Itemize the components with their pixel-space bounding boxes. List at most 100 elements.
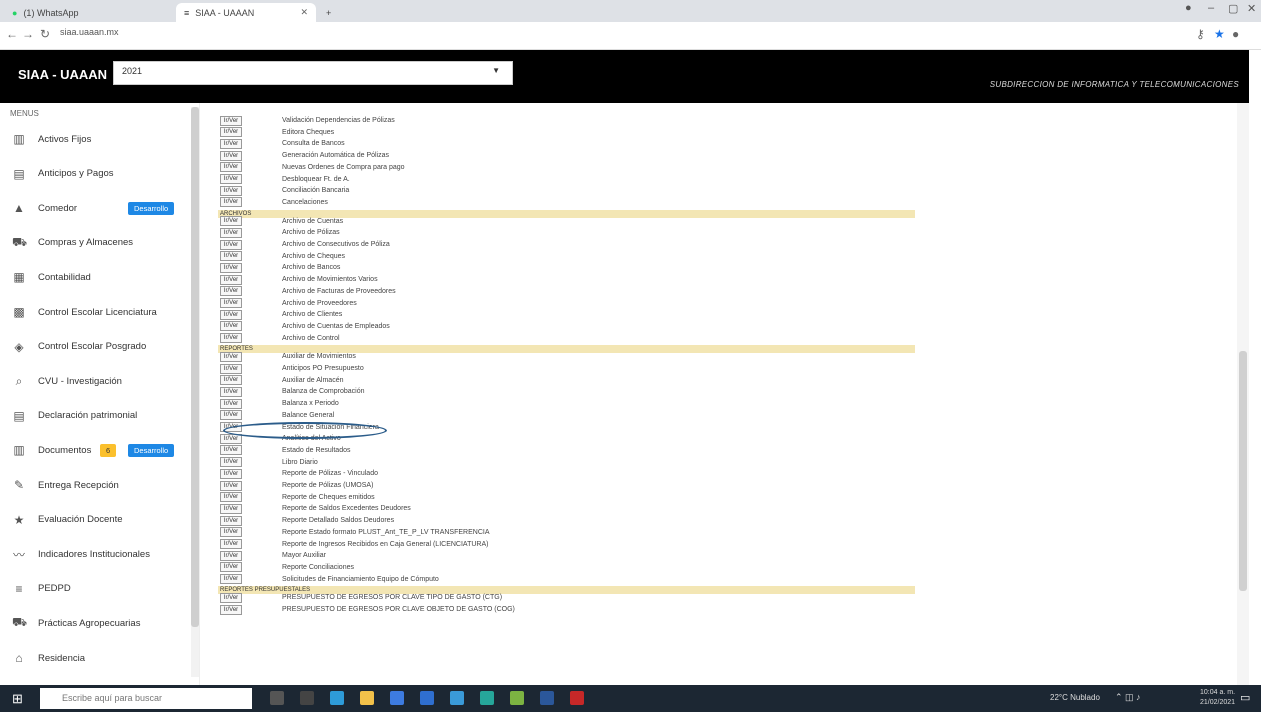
- view-button[interactable]: Ir/Ver: [220, 539, 242, 549]
- list-item-label[interactable]: Desbloquear Ft. de A.: [282, 176, 350, 183]
- view-button[interactable]: Ir/Ver: [220, 286, 242, 297]
- year-select[interactable]: 2021 ▼: [113, 61, 513, 85]
- clock[interactable]: 10:04 a. m. 21/02/2021: [1200, 688, 1235, 708]
- view-button[interactable]: Ir/Ver: [220, 351, 242, 362]
- view-button[interactable]: Ir/Ver: [220, 321, 242, 332]
- sidebar-item-residencia[interactable]: ⌂ Residencia: [0, 647, 190, 669]
- view-button[interactable]: Ir/Ver: [220, 503, 242, 514]
- sidebar-item-comedor[interactable]: ▲ Comedor Desarrollo: [0, 197, 190, 219]
- sidebar-item-pedpd[interactable]: ≡ PEDPD: [0, 578, 190, 600]
- view-button[interactable]: Ir/Ver: [220, 197, 242, 208]
- view-button[interactable]: Ir/Ver: [220, 592, 242, 603]
- list-item-label[interactable]: PRESUPUESTO DE EGRESOS POR CLAVE OBJETO …: [282, 606, 515, 613]
- view-button[interactable]: Ir/Ver: [220, 550, 242, 561]
- edge-icon[interactable]: [330, 691, 344, 705]
- new-tab-button[interactable]: +: [318, 3, 339, 22]
- list-item-label[interactable]: Archivo de Pólizas: [282, 229, 340, 236]
- windows-start-icon[interactable]: ⊞: [12, 691, 23, 707]
- list-item-label[interactable]: Cancelaciones: [282, 199, 328, 206]
- view-button[interactable]: Ir/Ver: [220, 363, 242, 374]
- list-item-label[interactable]: Conciliación Bancaria: [282, 187, 349, 194]
- mail-icon[interactable]: [420, 691, 434, 705]
- list-item-label[interactable]: Archivo de Proveedores: [282, 300, 357, 307]
- list-item-label[interactable]: Archivo de Cuentas de Empleados: [282, 323, 390, 330]
- view-button[interactable]: Ir/Ver: [220, 115, 242, 126]
- list-item-label[interactable]: Reporte de Ingresos Recibidos en Caja Ge…: [282, 541, 488, 548]
- list-item-label[interactable]: Solicitudes de Financiamiento Equipo de …: [282, 576, 439, 583]
- view-button[interactable]: Ir/Ver: [220, 150, 242, 161]
- app2-icon[interactable]: [480, 691, 494, 705]
- list-item-label[interactable]: Archivo de Cuentas: [282, 218, 343, 225]
- view-button[interactable]: Ir/Ver: [220, 309, 242, 320]
- list-item-label[interactable]: Estado de Resultados: [282, 447, 351, 454]
- sidebar-item-documentos[interactable]: ▥ Documentos 6 Desarrollo: [0, 439, 190, 461]
- list-item-label[interactable]: Balanza x Periodo: [282, 400, 339, 407]
- profile-icon[interactable]: ●: [1185, 2, 1192, 14]
- sidebar-item-declaración-patrimonial[interactable]: ▤ Declaración patrimonial: [0, 405, 190, 427]
- view-button[interactable]: Ir/Ver: [220, 216, 242, 227]
- sidebar-item-control-escolar-posgrado[interactable]: ◈ Control Escolar Posgrado: [0, 336, 190, 358]
- list-item-label[interactable]: Archivo de Movimientos Varios: [282, 276, 378, 283]
- chrome-icon[interactable]: [510, 691, 524, 705]
- sidebar-item-evaluación-docente[interactable]: ★ Evaluación Docente: [0, 509, 190, 531]
- url-field[interactable]: siaa.uaaan.mx: [60, 27, 119, 37]
- list-item-label[interactable]: Archivo de Consecutivos de Póliza: [282, 241, 390, 248]
- list-item-label[interactable]: Balance General: [282, 412, 334, 419]
- list-item-label[interactable]: Editora Cheques: [282, 129, 334, 136]
- view-button[interactable]: Ir/Ver: [220, 480, 242, 491]
- weather-text[interactable]: 22°C Nublado: [1050, 693, 1100, 702]
- list-item-label[interactable]: Nuevas Ordenes de Compra para pago: [282, 164, 405, 171]
- taskbar-search-input[interactable]: Escribe aquí para buscar: [40, 688, 252, 709]
- key-icon[interactable]: ⚷: [1196, 27, 1205, 41]
- view-button[interactable]: Ir/Ver: [220, 457, 242, 468]
- list-item-label[interactable]: Mayor Auxiliar: [282, 552, 326, 559]
- sidebar-item-indicadores-institucionales[interactable]: 〰 Indicadores Institucionales: [0, 543, 190, 565]
- tab-whatsapp[interactable]: ● (1) WhatsApp: [4, 3, 122, 22]
- close-window-icon[interactable]: ✕: [1247, 2, 1256, 15]
- sidebar-item-anticipos-y-pagos[interactable]: ▤ Anticipos y Pagos: [0, 163, 190, 185]
- sidebar-item-cvu-investigación[interactable]: ⌕ CVU - Investigación: [0, 370, 190, 392]
- sidebar-item-activos-fijos[interactable]: ▥ Activos Fijos: [0, 128, 190, 150]
- list-item-label[interactable]: Archivo de Control: [282, 335, 340, 342]
- task-view-icon[interactable]: [300, 691, 314, 705]
- list-item-label[interactable]: Consulta de Bancos: [282, 140, 345, 147]
- view-button[interactable]: Ir/Ver: [220, 515, 242, 526]
- main-scrollbar[interactable]: [1237, 103, 1249, 685]
- sidebar-item-contabilidad[interactable]: ▦ Contabilidad: [0, 266, 190, 288]
- view-button[interactable]: Ir/Ver: [220, 298, 242, 308]
- list-item-label[interactable]: Generación Automática de Pólizas: [282, 152, 389, 159]
- list-item-label[interactable]: Reporte de Pólizas - Vinculado: [282, 470, 378, 477]
- list-item-label[interactable]: Reporte de Pólizas (UMOSA): [282, 482, 373, 489]
- sidebar-item-entrega-recepción[interactable]: ✎ Entrega Recepción: [0, 474, 190, 496]
- word-icon[interactable]: [540, 691, 554, 705]
- sidebar-scrollbar[interactable]: [191, 107, 199, 677]
- bookmark-star-icon[interactable]: ★: [1214, 27, 1225, 41]
- list-item-label[interactable]: Validación Dependencias de Pólizas: [282, 117, 395, 124]
- list-item-label[interactable]: Archivo de Clientes: [282, 311, 342, 318]
- view-button[interactable]: Ir/Ver: [220, 375, 242, 386]
- notifications-icon[interactable]: ▭: [1240, 691, 1250, 704]
- list-item-label[interactable]: Archivo de Facturas de Proveedores: [282, 288, 396, 295]
- view-button[interactable]: Ir/Ver: [220, 562, 242, 573]
- sidebar-item-prácticas-agropecuarias[interactable]: ⛟ Prácticas Agropecuarias: [0, 612, 190, 634]
- brand-title[interactable]: SIAA - UAAAN: [18, 67, 107, 82]
- list-item-label[interactable]: Archivo de Cheques: [282, 253, 345, 260]
- store-icon[interactable]: [390, 691, 404, 705]
- app-icon[interactable]: [450, 691, 464, 705]
- view-button[interactable]: Ir/Ver: [220, 174, 242, 184]
- list-item-label[interactable]: Libro Diario: [282, 459, 318, 466]
- view-button[interactable]: Ir/Ver: [220, 410, 242, 421]
- forward-icon[interactable]: →: [22, 27, 34, 41]
- app3-icon[interactable]: [570, 691, 584, 705]
- list-item-label[interactable]: Anticipos PO Presupuesto: [282, 365, 364, 372]
- close-tab-icon[interactable]: ✕: [300, 7, 308, 18]
- view-button[interactable]: Ir/Ver: [220, 398, 242, 409]
- view-button[interactable]: Ir/Ver: [220, 127, 242, 138]
- view-button[interactable]: Ir/Ver: [220, 162, 242, 173]
- list-item-label[interactable]: Auxiliar de Almacén: [282, 377, 343, 384]
- view-button[interactable]: Ir/Ver: [220, 386, 242, 397]
- list-item-label[interactable]: Reporte Detallado Saldos Deudores: [282, 517, 394, 524]
- view-button[interactable]: Ir/Ver: [220, 185, 242, 196]
- view-button[interactable]: Ir/Ver: [220, 239, 242, 250]
- view-button[interactable]: Ir/Ver: [220, 527, 242, 538]
